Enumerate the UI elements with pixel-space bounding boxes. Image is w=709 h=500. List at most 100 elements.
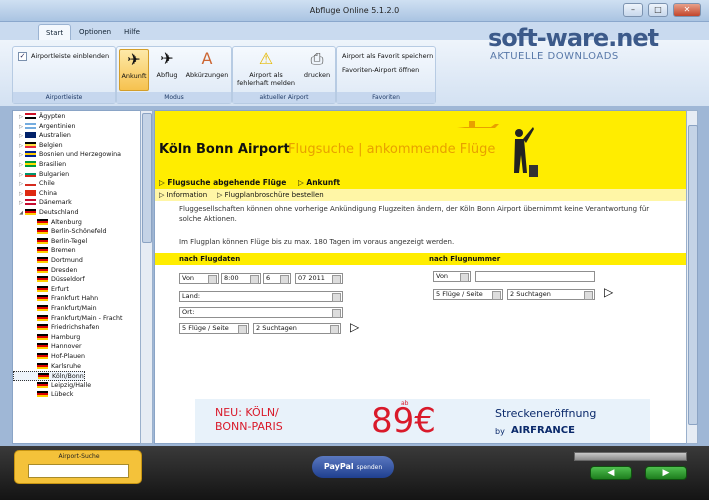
country-label: Brasilien [39, 161, 67, 168]
tree-scrollbar[interactable] [140, 110, 153, 444]
tree-city[interactable]: Düsseldorf [13, 275, 85, 285]
airfrance-banner[interactable]: NEU: KÖLN/ BONN-PARIS ab 89€ Streckenerö… [195, 399, 650, 443]
tree-city[interactable]: Köln/Bonn [13, 371, 85, 381]
content-scrollbar[interactable] [686, 110, 698, 444]
tree-city[interactable]: Friedrichshafen [13, 323, 99, 333]
flag-icon [37, 228, 48, 235]
city-label: Leipzig/Halle [51, 381, 92, 389]
tree-city[interactable]: Hof-Plauen [13, 352, 85, 362]
tree-city[interactable]: Berlin-Schönefeld [13, 227, 107, 237]
flag-icon [37, 324, 48, 331]
flight-number-input[interactable] [475, 271, 595, 282]
favorit-speichern-item[interactable]: Airport als Favorit speichern [342, 52, 433, 60]
tree-country[interactable]: ◢ Deutschland [13, 208, 79, 218]
abflug-button[interactable]: ✈ Abflug [152, 49, 182, 91]
tab-start[interactable]: Start [38, 24, 72, 40]
airplane-landing-icon: ✈ [127, 50, 141, 69]
tree-city[interactable]: Erfurt [13, 285, 69, 295]
land-select[interactable]: Land: [179, 291, 343, 302]
tree-country[interactable]: ▷ Bosnien und Herzegowina [13, 150, 121, 160]
by-number-header: nach Flugnummer [405, 253, 686, 265]
tree-country[interactable]: ▷ Australien [13, 131, 71, 141]
airportleiste-checkbox[interactable]: ✓ [18, 52, 27, 61]
tree-country[interactable]: ▷ Argentinien [13, 122, 75, 132]
abkuerzungen-label: Abkürzungen [185, 71, 229, 79]
tree-city[interactable]: Bremen [13, 246, 76, 256]
abgehende-link[interactable]: ▷ Flugsuche abgehende Flüge [159, 178, 286, 187]
tree-city[interactable]: Leipzig/Halle [13, 381, 91, 391]
flight-von-select[interactable]: Von [433, 271, 471, 282]
per-page-select[interactable]: 5 Flüge / Seite [179, 323, 249, 334]
flag-icon [37, 237, 48, 244]
city-label: Erfurt [51, 285, 69, 293]
flag-icon [25, 132, 36, 139]
by-date-header: nach Flugdaten [155, 253, 415, 265]
brochure-link[interactable]: ▷ Flugplanbroschüre bestellen [217, 191, 324, 199]
flag-icon [25, 151, 36, 158]
information-link[interactable]: ▷ Information [159, 191, 207, 199]
tree-country[interactable]: ▷ Brasilien [13, 160, 66, 170]
abflug-label: Abflug [156, 71, 178, 79]
month-select[interactable]: 07 2011 [295, 273, 343, 284]
tree-city[interactable]: Altenburg [13, 218, 82, 228]
group-modus: ✈ Ankunft ✈ Abflug A Abkürzungen Modus [116, 46, 232, 104]
days-select[interactable]: 2 Suchtagen [253, 323, 341, 334]
airport-tree: ▷ Ägypten ▷ Argentinien ▷ Australien ▷ Belgien ▷… [12, 110, 152, 444]
tree-city[interactable]: Frankfurt/Main - Fracht [13, 314, 122, 324]
flight-per-page-select[interactable]: 5 Flüge / Seite [433, 289, 503, 300]
minimize-button[interactable]: – [623, 3, 643, 17]
airport-name: Köln Bonn Airport [159, 142, 290, 157]
scrollbar-thumb[interactable] [688, 125, 698, 425]
city-label: Hamburg [51, 333, 81, 341]
forward-button[interactable]: ▶ [645, 466, 687, 480]
favorit-oeffnen-item[interactable]: Favoriten-Airport öffnen [342, 66, 419, 74]
tree-country[interactable]: ▷ Bulgarien [13, 170, 69, 180]
abgehende-label: Flugsuche abgehende Flüge [167, 178, 287, 187]
range-info-text: Im Flugplan können Flüge bis zu max. 180… [179, 238, 455, 246]
country-label: Chile [39, 180, 55, 188]
city-label: Hof-Plauen [51, 353, 85, 360]
tree-country[interactable]: ▷ Dänemark [13, 198, 72, 208]
city-label: Dresden [51, 266, 78, 274]
watermark-brand: soft-ware.net [488, 24, 659, 52]
tree-city[interactable]: Lübeck [13, 390, 73, 400]
tree-city[interactable]: Frankfurt Hahn [13, 294, 98, 304]
drucken-button[interactable]: ⎙ drucken [299, 49, 335, 93]
maximize-button[interactable]: □ [648, 3, 668, 17]
back-button[interactable]: ◀ [590, 466, 632, 480]
search-by-number-arrow-icon[interactable]: ▷ [604, 285, 613, 299]
tree-city[interactable]: Dresden [13, 266, 77, 276]
progress-bar [574, 452, 687, 461]
city-label: Düsseldorf [51, 276, 85, 284]
abkuerzungen-button[interactable]: A Abkürzungen [184, 49, 230, 91]
day-select[interactable]: 6 [263, 273, 291, 284]
flight-days-select[interactable]: 2 Suchtagen [507, 289, 595, 300]
tree-country[interactable]: ▷ Belgien [13, 141, 63, 151]
time-select[interactable]: 8:00 [221, 273, 261, 284]
tree-city[interactable]: Karlsruhe [13, 362, 81, 372]
tab-optionen[interactable]: Optionen [72, 24, 118, 40]
tree-city[interactable]: Frankfurt/Main [13, 304, 97, 314]
von-select[interactable]: Von [179, 273, 219, 284]
ort-select[interactable]: Ort: [179, 307, 343, 318]
fehlerhaft-melden-button[interactable]: ⚠ Airport als fehlerhaft melden [235, 49, 297, 93]
ankunft-link[interactable]: ▷ Ankunft [298, 178, 340, 187]
tree-city[interactable]: Hamburg [13, 333, 80, 343]
tree-city[interactable]: Hannover [13, 342, 82, 352]
close-button[interactable]: ✕ [673, 3, 701, 17]
tree-country[interactable]: ▷ Chile [13, 179, 55, 189]
tree-city[interactable]: Dortmund [13, 256, 83, 266]
ankunft-button[interactable]: ✈ Ankunft [119, 49, 149, 91]
tree-country[interactable]: ▷ Ägypten [13, 112, 65, 122]
scrollbar-thumb[interactable] [142, 113, 152, 243]
paypal-donate-button[interactable]: PayPal spenden [312, 456, 394, 478]
country-label: Dänemark [39, 199, 72, 207]
tree-city[interactable]: Berlin-Tegel [13, 237, 87, 247]
flag-icon [37, 247, 48, 254]
airport-search-input[interactable] [28, 464, 129, 478]
city-label: Frankfurt Hahn [51, 295, 99, 303]
tree-country[interactable]: ▷ China [13, 189, 57, 199]
search-by-date-arrow-icon[interactable]: ▷ [350, 320, 359, 334]
tab-hilfe[interactable]: Hilfe [117, 24, 147, 40]
flag-icon [25, 180, 36, 187]
